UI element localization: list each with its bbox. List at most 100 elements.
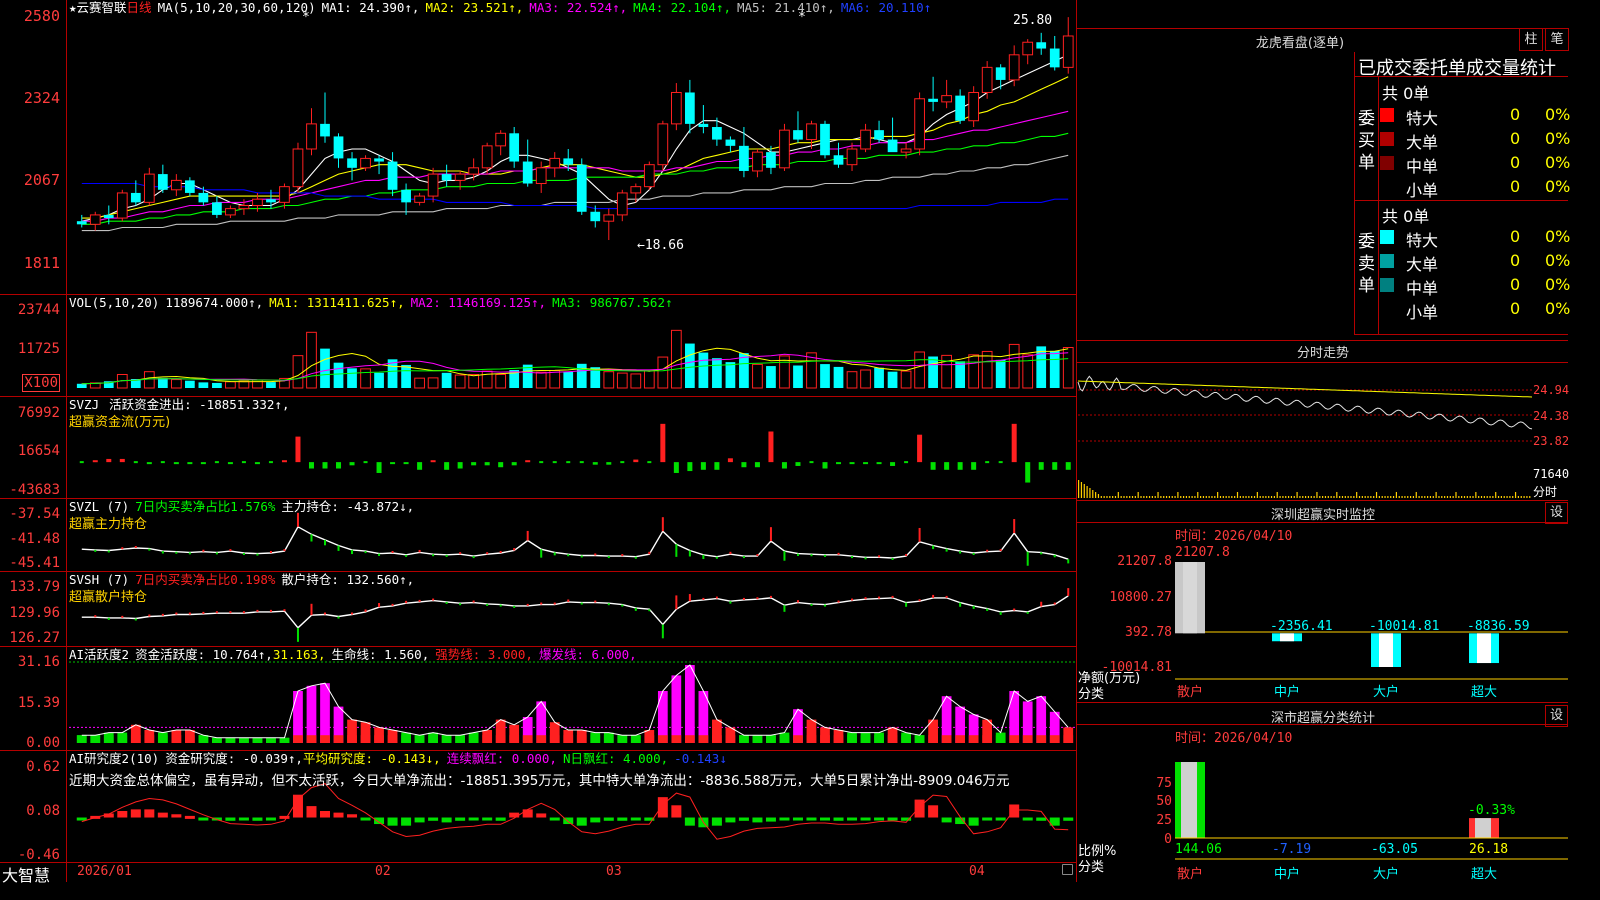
ai2-commentary: 近期大资金总体偏空，虽有异动，但不太活跃，今日大单净流出：-18851.395万… [69,773,1010,789]
intraday-vol-bar [1310,496,1312,498]
main-position-line-tick [878,555,881,558]
activity-base [982,735,993,743]
ai1-label: AI活跃度2 [69,647,130,662]
research-bar [117,811,128,818]
activity-base [847,735,857,743]
intraday-vol-bar [1404,496,1406,498]
monitor-settings-button[interactable]: 设 [1545,502,1568,524]
stats-settings-button[interactable]: 设 [1545,705,1568,727]
intraday-vol-bar [1381,496,1383,498]
activity-base [482,735,493,743]
fund-flow-bar [511,462,517,466]
svzl-label: SVZL (7) [69,499,130,514]
activity-base [198,735,209,743]
volume-bar [860,369,871,389]
star-mark: * [302,10,310,25]
fund-flow-tick [579,461,584,464]
intraday-avg-line [1077,380,1533,398]
intraday-title: 分时走势 [1296,346,1349,361]
fund-flow-bar [917,434,923,463]
order-stats-tabs[interactable]: 已成交委托单成交量统计 [1358,54,1556,80]
main-position-line-tick [607,556,610,559]
candle-body-up [900,148,912,153]
tick-view-button[interactable]: 笔 [1545,28,1569,51]
retail-position-line-tick [459,603,462,606]
intraday-vol-bar [1495,492,1497,498]
stats-title: 深市超赢分类统计 [1270,711,1375,726]
row-pct: 0% [1545,275,1571,294]
svzl-value: 主力持仓: -43.872↓, [281,499,415,514]
research-bar [603,817,614,821]
right-panel-separator [1077,702,1568,703]
activity-base [590,735,601,743]
research-bar [414,817,425,823]
row-count: 0 [1510,275,1521,294]
intraday-vol-bar [1469,496,1471,498]
row-pct: 0% [1545,153,1571,172]
candle-body-down [685,92,695,124]
order-table-line [1354,334,1568,335]
activity-base [752,735,763,743]
candle-body-up [116,192,128,219]
column-view-button[interactable]: 柱 [1519,28,1543,51]
candle-body-up [1022,41,1034,56]
fund-flow-tick [809,461,814,464]
stats-bar-highlight [1475,818,1491,838]
intraday-vol-bar [1293,496,1295,498]
stats-cat: 分类 [1078,860,1105,875]
intraday-vol-bar [1114,496,1117,498]
color-swatch [1380,302,1394,316]
retail-position-line-tick [445,601,448,604]
main-chart-canvas[interactable]: 21207.8-2356.41 -10014.81 -8836.59散户 中户 大户 超大… [0,0,1568,882]
row-label: 大单 [1406,133,1439,152]
activity-base [279,737,290,743]
intraday-vol-bar [1078,480,1080,498]
candle-body-down [509,133,520,162]
intraday-vol-bar [1154,496,1156,498]
ai1-header: AI活跃度2 资金活跃度: 10.764↑,31.163, 生命线: 1.560, 强… [69,647,637,662]
research-bar [1036,817,1047,821]
intraday-vol-bar [1270,496,1273,498]
vol-label: VOL(5,10,20) [69,295,160,310]
retail-position-line-tick [837,600,840,603]
intraday-vol-bar [1236,492,1239,498]
research-bar [333,812,344,818]
candle-body-down [441,174,452,181]
research-bar [982,817,993,821]
row-label: 特大 [1406,109,1439,128]
retail-position-line-tick [418,599,421,602]
fund-flow-bar [673,462,679,473]
ai2-tick: 0.62 [26,759,60,775]
brand-logo[interactable]: 大智慧 [2,862,50,886]
activity-base [549,735,560,743]
fund-flow-bar [417,462,423,470]
main-position-line-tick [999,549,1002,552]
intraday-unit: 分时 [1533,485,1558,499]
volume-bar [225,381,236,389]
period-label[interactable]: 日线 [127,0,152,15]
intraday-vol-bar [1350,496,1352,498]
retail-position-line-tick [1026,611,1029,614]
retail-position-line-tick [702,597,705,600]
fund-flow-bar [1025,462,1031,483]
intraday-vol-bar [1262,496,1264,498]
fund-flow-bar [403,462,409,465]
lock-icon[interactable] [1062,864,1073,875]
main-position-line-tick [621,554,624,557]
retail-position-line-tick [378,603,381,608]
fund-flow-bar [1065,462,1071,470]
volume-bar [928,356,938,388]
ai2-value: 资金研究度: -0.039↑, [165,751,303,766]
row-pct: 0% [1545,299,1571,318]
fund-flow-tick [539,461,544,464]
right-panel-separator [1077,28,1568,29]
candle-body-down [320,123,330,137]
intraday-vol-bar [1123,496,1125,498]
main-position-line-tick [715,556,718,559]
intraday-vol-bar [1452,496,1454,498]
research-bar [171,814,182,818]
fund-flow-bar [498,462,504,468]
activity-base [455,735,465,743]
ai2-tick: 0.08 [26,803,60,819]
main-position-line-tick [918,527,921,542]
